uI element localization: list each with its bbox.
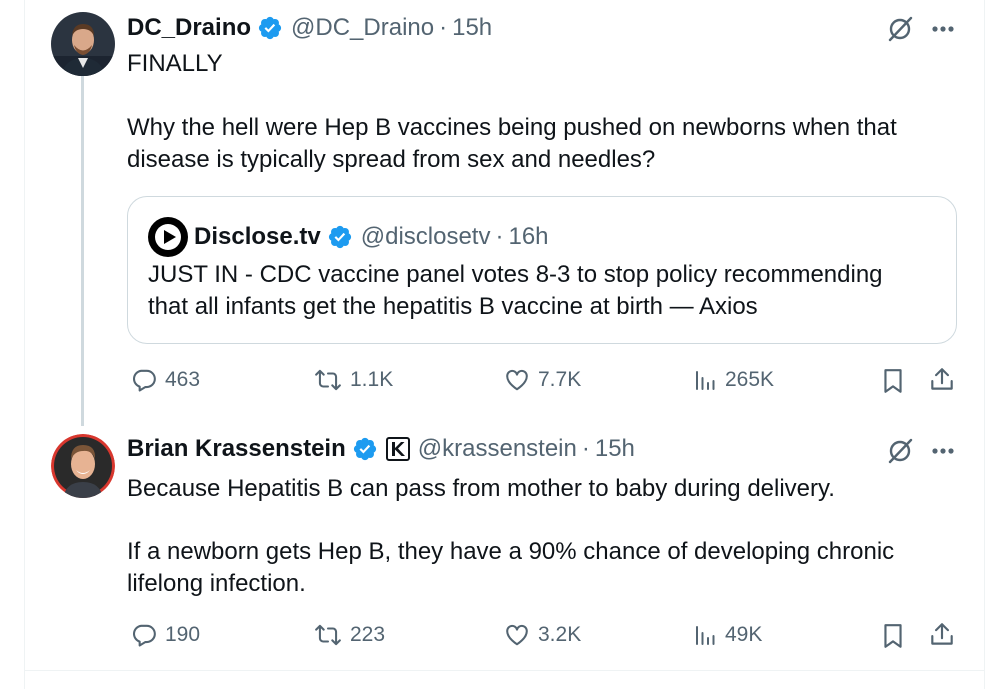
reply-button[interactable]: 190 (131, 622, 200, 648)
timeline-left-border (24, 0, 25, 689)
repost-icon (314, 622, 342, 648)
tweet2-text-line1: Because Hepatitis B can pass from mother… (127, 475, 835, 502)
quote-text: JUST IN - CDC vaccine panel votes 8-3 to… (148, 259, 938, 323)
thread-connector-line (81, 76, 84, 426)
share-icon[interactable] (929, 366, 955, 394)
timeline-right-border (984, 0, 985, 689)
like-button[interactable]: 7.7K (504, 367, 581, 393)
views-count: 265K (725, 368, 775, 391)
views-count: 49K (725, 623, 763, 646)
grok-icon[interactable] (886, 437, 914, 465)
tweet2-handle[interactable]: @krassenstein (418, 435, 577, 463)
reply-button[interactable]: 463 (131, 367, 200, 393)
repost-button[interactable]: 1.1K (314, 367, 393, 393)
tweet2-text-line2: If a newborn gets Hep B, they have a 90%… (127, 538, 895, 565)
reply-icon (131, 367, 157, 393)
quote-text-line2: that all infants get the hepatitis B vac… (148, 293, 758, 320)
verified-badge-icon[interactable] (352, 436, 378, 462)
tweet1-separator: · (439, 14, 448, 41)
quote-tweet-card[interactable]: Disclose.tv @disclosetv · 16h JUST IN - … (127, 196, 957, 344)
quote-timestamp[interactable]: 16h (508, 223, 548, 251)
tweet2-timestamp[interactable]: 15h (595, 435, 635, 463)
views-button[interactable]: 49K (693, 622, 762, 648)
tweet1-text-line2: Why the hell were Hep B vaccines being p… (127, 114, 897, 141)
quote-display-name[interactable]: Disclose.tv (194, 223, 321, 251)
disclose-play-icon (148, 217, 188, 257)
grok-icon[interactable] (886, 15, 914, 43)
bookmark-icon[interactable] (880, 367, 906, 395)
like-count: 7.7K (538, 368, 582, 391)
tweet2-header: Brian Krassenstein @krassenstein · 15h (127, 433, 635, 465)
tweet1-header: DC_Draino @DC_Draino · 15h (127, 12, 492, 44)
views-icon (693, 367, 717, 393)
quote-separator: · (495, 223, 504, 250)
repost-count: 1.1K (350, 368, 394, 391)
tweet1-timestamp[interactable]: 15h (452, 14, 492, 42)
reply-icon (131, 622, 157, 648)
tweet1-handle[interactable]: @DC_Draino (291, 14, 434, 42)
like-button[interactable]: 3.2K (504, 622, 581, 648)
avatar-dc-draino[interactable] (51, 12, 115, 76)
like-count: 3.2K (538, 623, 582, 646)
more-icon[interactable] (930, 440, 956, 462)
repost-count: 223 (350, 623, 386, 646)
bookmark-icon[interactable] (880, 622, 906, 650)
tweet2-text-line3: lifelong infection. (127, 570, 306, 597)
share-icon[interactable] (929, 621, 955, 649)
quote-header: Disclose.tv @disclosetv · 16h (148, 217, 549, 257)
timeline-divider (24, 670, 985, 671)
avatar-brian-krassenstein[interactable] (51, 434, 115, 498)
quote-text-line1: JUST IN - CDC vaccine panel votes 8-3 to… (148, 261, 883, 288)
repost-button[interactable]: 223 (314, 622, 385, 648)
views-icon (693, 622, 717, 648)
like-icon (504, 367, 530, 393)
reply-count: 190 (165, 623, 201, 646)
affiliate-badge-icon[interactable] (385, 437, 410, 461)
tweet1-display-name[interactable]: DC_Draino (127, 14, 251, 42)
repost-icon (314, 367, 342, 393)
verified-badge-icon[interactable] (327, 224, 353, 250)
verified-badge-icon[interactable] (257, 15, 283, 41)
tweet2-display-name[interactable]: Brian Krassenstein (127, 435, 346, 463)
like-icon (504, 622, 530, 648)
reply-count: 463 (165, 368, 201, 391)
views-button[interactable]: 265K (693, 367, 774, 393)
tweet1-text-line3: disease is typically spread from sex and… (127, 146, 656, 173)
tweet2-separator: · (581, 435, 590, 462)
quote-handle[interactable]: @disclosetv (361, 223, 491, 251)
tweet1-text-line1: FINALLY (127, 50, 223, 77)
more-icon[interactable] (930, 18, 956, 40)
